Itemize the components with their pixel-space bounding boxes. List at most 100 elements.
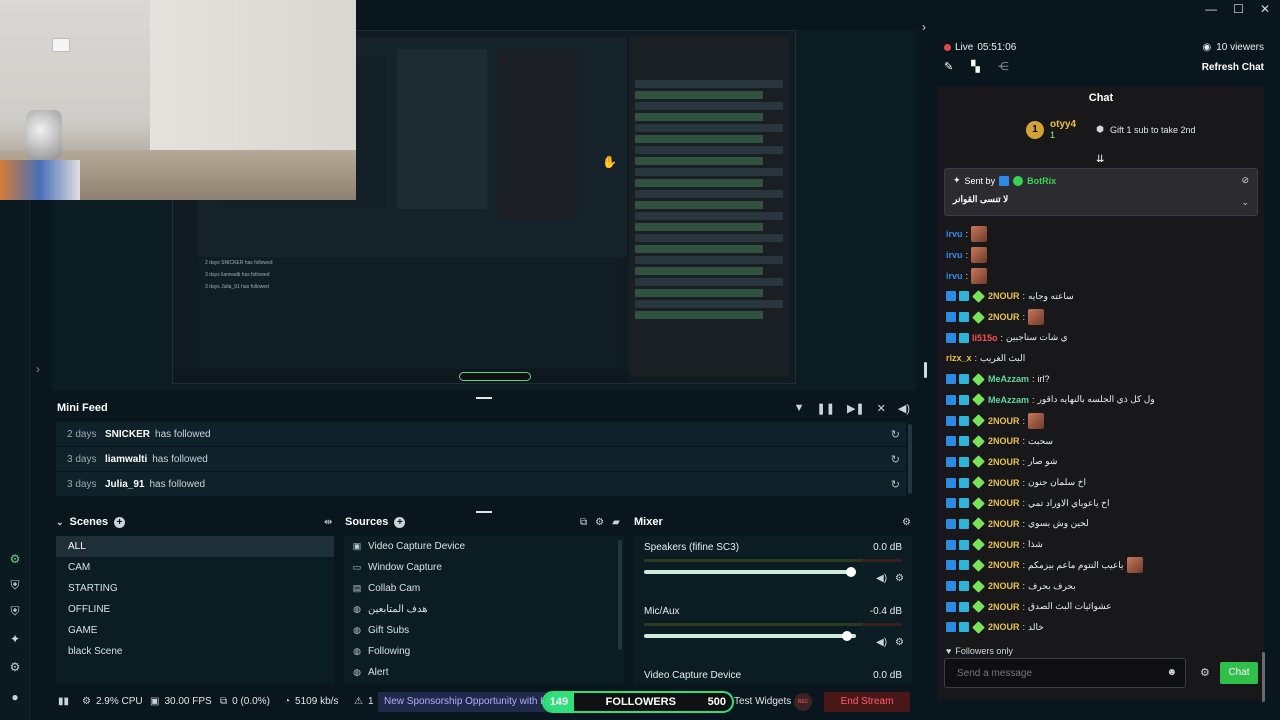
chat-text: irl? [1037,374,1050,385]
chat-username[interactable]: irvu [946,271,963,281]
warning-icon[interactable]: ⚠ [354,696,363,707]
chat-username[interactable]: 2NOUR [988,540,1020,550]
volume-icon[interactable]: ◀) [876,637,887,648]
scene-item[interactable]: GAME [56,620,334,641]
slider-knob[interactable] [841,631,852,641]
source-item[interactable]: ◍ Alert [344,662,624,683]
replay-icon[interactable]: ↻ [891,428,900,441]
followers-goal: 500 [707,696,726,708]
volume-icon[interactable]: ◀) [898,402,910,415]
add-scene-button[interactable]: + [114,516,126,528]
source-item[interactable]: ▤ Collab Cam [344,578,624,599]
chat-scrollbar[interactable] [1262,652,1265,702]
bar-chart-icon[interactable]: ▮▮ [58,696,69,707]
volume-slider[interactable] [644,631,856,641]
chat-username[interactable]: 2NOUR [988,436,1020,446]
gear-icon[interactable]: ⚙ [895,637,904,648]
refresh-chat-button[interactable]: Refresh Chat [1202,62,1264,73]
chat-message: 2NOUR: [946,307,1252,328]
chat-username[interactable]: 2NOUR [988,581,1020,591]
scene-transitions-icon[interactable]: ⇹ [324,517,332,528]
cards-icon[interactable]: ▚ [971,60,979,73]
scene-item[interactable]: CAM [56,557,334,578]
source-item[interactable]: ▭ Window Capture [344,557,624,578]
feed-action: has followed [155,428,211,440]
end-stream-button[interactable]: End Stream [824,692,910,712]
settings-icon[interactable]: ⚙ [595,517,604,528]
shield-icon[interactable]: ⛨ [8,578,22,592]
mini-feed-scrollbar[interactable] [908,424,912,494]
chat-input[interactable] [945,659,1185,687]
collapse-chat-icon[interactable]: › [922,20,926,34]
scene-item[interactable]: black Scene [56,641,334,662]
source-item[interactable]: ◍ Gift Subs [344,620,624,641]
chat-username[interactable]: 2NOUR [988,560,1020,570]
volume-icon[interactable]: ◀) [876,573,887,584]
skip-icon[interactable]: ▶❚ [847,402,865,415]
gear-icon[interactable]: ⚙ [8,660,22,674]
hide-icon[interactable]: ⊘ [1241,175,1249,186]
replay-icon[interactable]: ↻ [891,453,900,466]
stats-button[interactable]: ▮▮ [58,696,69,707]
alerts-stat[interactable]: ⚠ 1 [354,696,374,707]
source-item[interactable]: ▣ Video Capture Device [344,536,624,557]
source-item[interactable]: ◍ هدف المتابعين [344,599,624,620]
close-button[interactable]: ✕ [1260,2,1270,16]
expand-rail-icon[interactable]: › [36,362,40,376]
chat-settings-icon[interactable]: ⚙ [1200,666,1210,679]
chat-username[interactable]: 2NOUR [988,457,1020,467]
dock-resize-handle[interactable] [924,362,927,378]
sources-scrollbar[interactable] [618,540,622,650]
replay-icon[interactable]: ↻ [891,478,900,491]
source-item[interactable]: ◍ Following [344,641,624,662]
emoji-icon[interactable]: ☻ [1166,667,1177,678]
group-icon[interactable]: ⧉ [580,517,587,528]
chat-username[interactable]: rizx_x [946,353,972,363]
mute-alerts-icon[interactable]: ✕ [877,402,886,415]
chat-username[interactable]: 2NOUR [988,602,1020,612]
edit-icon[interactable]: ✎ [944,60,953,73]
add-source-button[interactable]: + [394,516,406,528]
volume-slider[interactable] [644,567,856,577]
editor-docks: ⌄ Scenes + ⇹ ALL CAM STARTING OFFLINE GA… [52,510,916,686]
collapse-icon[interactable]: ⌄ [56,517,64,528]
gear-icon[interactable]: ⚙ [895,573,904,584]
chat-username[interactable]: 2NOUR [988,622,1020,632]
maximize-button[interactable]: ☐ [1233,2,1244,16]
source-label: Gift Subs [368,625,410,636]
chat-username[interactable]: 2NOUR [988,519,1020,529]
minimize-button[interactable]: — [1205,2,1217,16]
scene-item[interactable]: ALL [56,536,334,557]
chevron-down-icon[interactable]: ⌄ [1241,197,1249,208]
chat-username[interactable]: irvu [946,250,963,260]
chat-username[interactable]: MeAzzam [988,374,1029,384]
chat-username[interactable]: MeAzzam [988,395,1029,405]
chat-input-box[interactable]: ☻ [944,658,1186,688]
test-widgets-button[interactable]: Test Widgets [734,696,791,707]
scene-item[interactable]: STARTING [56,578,334,599]
chat-username[interactable]: 2NOUR [988,291,1020,301]
filter-icon[interactable]: ▼ [794,402,805,415]
chat-username[interactable]: irvu [946,229,963,239]
chat-username[interactable]: 2NOUR [988,416,1020,426]
folder-icon[interactable]: ▰ [612,517,620,528]
sources-title: Sources [345,516,389,528]
magic-icon[interactable]: ✦ [8,632,22,646]
chat-send-button[interactable]: Chat [1220,662,1258,684]
scene-item[interactable]: OFFLINE [56,599,334,620]
chat-colon: : [974,353,978,364]
pause-icon[interactable]: ❚❚ [817,402,835,415]
chat-username[interactable]: 2NOUR [988,478,1020,488]
chat-username[interactable]: 2NOUR [988,498,1020,508]
scroll-down-icon[interactable]: ⇊ [1096,154,1104,165]
user-icon[interactable]: ● [8,690,22,704]
chat-username[interactable]: li515o [972,333,998,343]
slider-knob[interactable] [846,567,856,577]
shield-icon[interactable]: ⛨ [8,604,22,618]
mixer-settings-icon[interactable]: ⚙ [902,517,911,528]
sparkle-icon[interactable]: ⚙ [8,552,22,566]
share-icon[interactable]: ⋲ [998,60,1009,73]
record-button[interactable]: REC [794,693,812,711]
chat-username[interactable]: 2NOUR [988,312,1020,322]
mod-badge [946,415,956,426]
